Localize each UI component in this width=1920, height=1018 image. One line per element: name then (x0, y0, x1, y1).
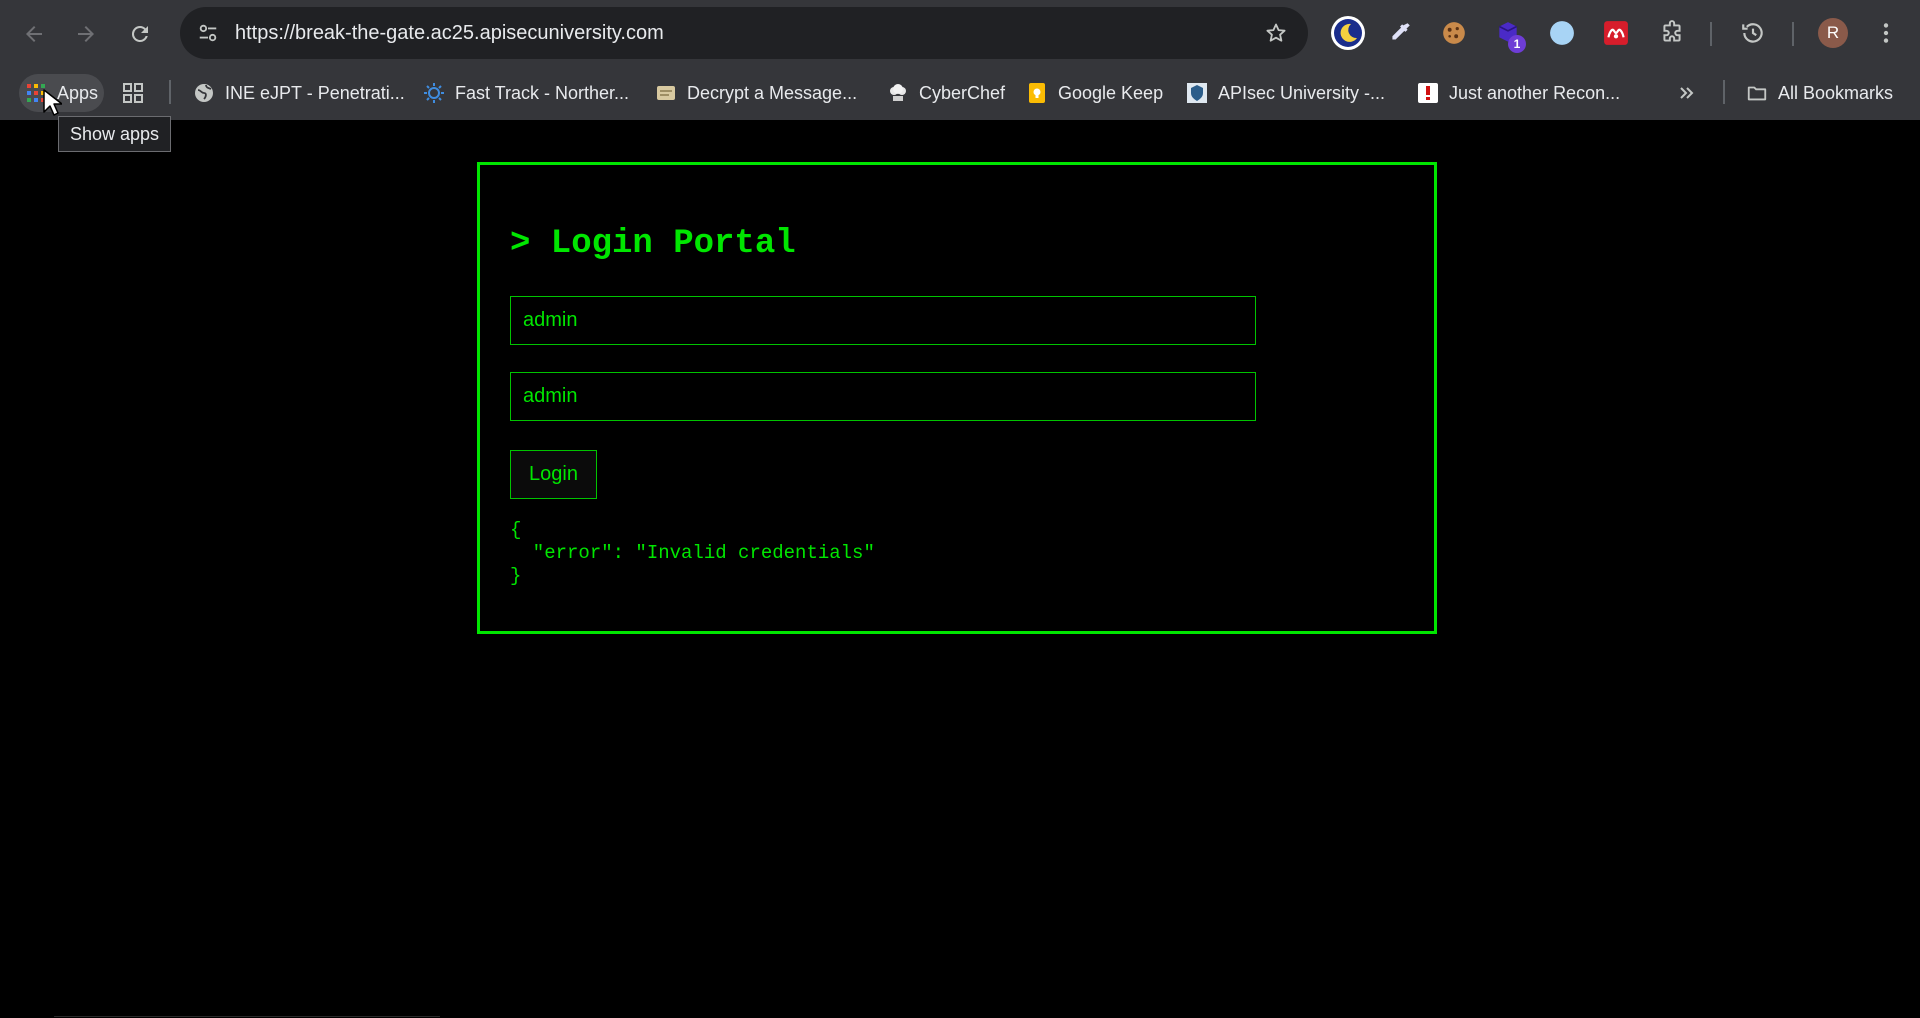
login-panel: > Login Portal Login { "error": "Invalid… (477, 162, 1437, 634)
bookmark-item[interactable]: Decrypt a Message... (655, 74, 857, 112)
bookmark-item[interactable]: Just another Recon... (1417, 74, 1620, 112)
bookmark-label: Google Keep (1058, 82, 1164, 103)
bookmark-label: INE eJPT - Penetrati... (225, 82, 405, 103)
avatar: R (1818, 18, 1848, 48)
browser-toolbar: https://break-the-gate.ac25.apisecuniver… (0, 0, 1920, 66)
bookmarks-bar: Apps INE eJPT - Penetrati... Fast Track … (0, 66, 1920, 120)
page-title: > Login Portal (510, 225, 796, 263)
extension-badge: 1 (1508, 35, 1526, 53)
reload-icon (131, 25, 148, 42)
bookmark-label: Fast Track - Norther... (455, 82, 630, 103)
password-field[interactable] (510, 372, 1256, 421)
globe-icon (193, 82, 215, 104)
apisec-icon (1186, 82, 1208, 104)
grid-icon (122, 82, 144, 104)
arrow-right-icon (78, 26, 94, 42)
url-text[interactable]: https://break-the-gate.ac25.apisecuniver… (235, 7, 664, 59)
scrollbar-hint (54, 1016, 440, 1017)
bookmarks-divider (169, 80, 171, 104)
bookmark-item[interactable]: Fast Track - Norther... (423, 74, 629, 112)
toolbar-divider (1792, 22, 1794, 46)
bookmark-item[interactable]: Google Keep (1026, 74, 1163, 112)
all-bookmarks-label: All Bookmarks (1778, 82, 1894, 103)
reload-button[interactable] (120, 14, 160, 54)
more-bookmarks-button[interactable] (1676, 74, 1708, 112)
folder-icon (1746, 82, 1768, 104)
bookmark-item[interactable]: APIsec University -... (1186, 74, 1385, 112)
login-button[interactable]: Login (510, 450, 597, 499)
sun-gear-icon (423, 82, 445, 104)
tab-groups-button[interactable] (122, 74, 154, 112)
night-mode-extension-icon[interactable] (1328, 13, 1368, 53)
username-field[interactable] (510, 296, 1256, 345)
mendeley-extension-icon[interactable] (1596, 13, 1636, 53)
tooltip: Show apps (58, 116, 172, 152)
scroll-icon (655, 82, 677, 104)
bookmark-label: CyberChef (919, 82, 1006, 103)
exclamation-icon (1417, 82, 1439, 104)
eyedropper-extension-icon[interactable] (1380, 13, 1420, 53)
bookmark-label: Just another Recon... (1449, 82, 1621, 103)
site-info-icon[interactable] (194, 19, 222, 47)
keep-icon (1026, 82, 1048, 104)
bookmarks-divider (1723, 80, 1725, 104)
bookmark-star-icon[interactable] (1262, 19, 1290, 47)
cookie-extension-icon[interactable] (1434, 13, 1474, 53)
bookmark-item[interactable]: INE eJPT - Penetrati... (193, 74, 405, 112)
response-output: { "error": "Invalid credentials" } (510, 519, 875, 587)
chevron-double-right-icon (1676, 82, 1698, 104)
mouse-pointer-icon (43, 89, 62, 116)
cube-extension-icon[interactable]: 1 (1488, 13, 1528, 53)
bookmark-item[interactable]: CyberChef (887, 74, 1005, 112)
address-bar[interactable]: https://break-the-gate.ac25.apisecuniver… (180, 7, 1308, 59)
back-button[interactable] (14, 14, 54, 54)
bookmark-label: Decrypt a Message... (687, 82, 858, 103)
forward-button[interactable] (66, 14, 106, 54)
arrow-left-icon (26, 26, 42, 42)
history-icon[interactable] (1733, 13, 1773, 53)
apps-label: Apps (57, 82, 99, 103)
puzzle-extensions-icon[interactable] (1652, 13, 1692, 53)
bookmark-label: APIsec University -... (1218, 82, 1386, 103)
profile-button[interactable]: R (1813, 13, 1853, 53)
circle-extension-icon[interactable] (1542, 13, 1582, 53)
all-bookmarks-button[interactable]: All Bookmarks (1746, 74, 1893, 112)
more-menu-icon[interactable] (1866, 13, 1906, 53)
chef-hat-icon (887, 82, 909, 104)
toolbar-divider (1710, 22, 1712, 46)
